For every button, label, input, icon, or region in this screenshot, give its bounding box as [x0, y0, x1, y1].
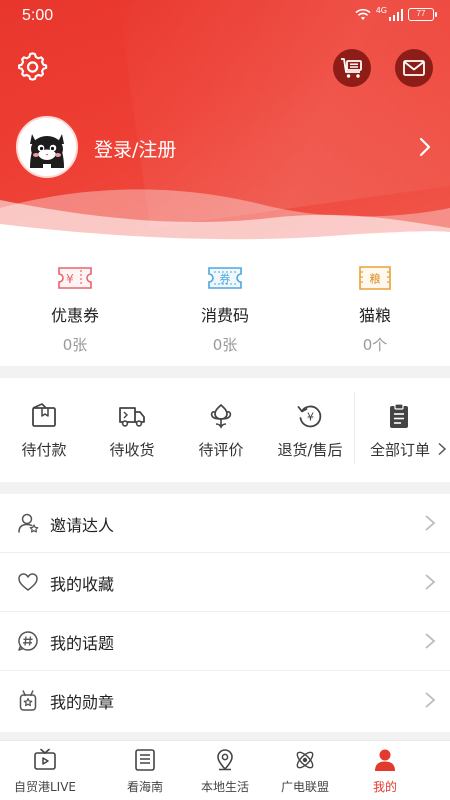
svg-text:¥: ¥: [66, 272, 74, 286]
login-entry[interactable]: 登录/注册: [16, 116, 436, 180]
wallet-item-cat-food[interactable]: 粮 猫粮 0个: [300, 240, 450, 366]
wifi-icon: [355, 8, 371, 20]
mail-button[interactable]: [395, 49, 433, 87]
invite-user-icon: [18, 513, 39, 533]
chevron-right-icon[interactable]: [414, 136, 436, 158]
wallet-value: 0张: [212, 336, 238, 354]
status-bar: 5:00 4G 77: [0, 0, 450, 34]
header-wave: [0, 189, 450, 240]
coupon-icon: ¥: [58, 267, 92, 289]
order-label: 退货/售后: [277, 441, 343, 459]
chevron-right-icon: [425, 692, 436, 708]
tv-icon: [34, 748, 56, 770]
nav-label: 广电联盟: [280, 780, 329, 794]
wallet-item-voucher-code[interactable]: 券 消费码 0张: [150, 240, 300, 366]
order-label: 待收货: [109, 441, 155, 459]
menu-list: 邀请达人 我的收藏 我的话题 我的勋章: [0, 494, 450, 732]
menu-item-topics[interactable]: 我的话题: [0, 612, 450, 671]
nav-label: 我的: [372, 780, 397, 794]
nav-label: 自贸港LIVE: [13, 780, 77, 794]
person-icon: [375, 749, 395, 771]
orders-section: 待付款 待收货 待评价 ¥ 退货/售后 全部订单: [0, 378, 450, 482]
chevron-right-icon: [438, 442, 446, 456]
menu-item-invite[interactable]: 邀请达人: [0, 494, 450, 553]
news-list-icon: [135, 749, 155, 771]
menu-label: 我的话题: [50, 634, 115, 653]
menu-label: 我的勋章: [50, 693, 115, 712]
order-label-all: 全部订单: [355, 439, 450, 460]
battery-level: 77: [416, 9, 426, 18]
settings-button[interactable]: [17, 52, 48, 82]
nav-label: 本地生活: [200, 780, 249, 794]
wallet-item-coupon[interactable]: ¥ 优惠券 0张: [0, 240, 150, 366]
nav-item-broadcast-alliance[interactable]: 广电联盟: [260, 741, 350, 800]
all-orders-label: 全部订单: [370, 441, 431, 459]
svg-text:券: 券: [220, 272, 231, 286]
order-all-orders[interactable]: 全部订单: [355, 378, 450, 482]
chevron-right-icon: [425, 574, 436, 590]
status-time: 5:00: [22, 7, 54, 24]
truck-icon: [119, 407, 145, 427]
wallet-value: 0个: [362, 336, 388, 354]
nav-item-live[interactable]: 自贸港LIVE: [0, 741, 90, 800]
voucher-code-icon: 券: [208, 267, 242, 289]
refund-icon: ¥: [297, 405, 322, 428]
heart-icon: [18, 573, 38, 591]
svg-text:¥: ¥: [307, 411, 314, 424]
battery-indicator: 77: [408, 8, 437, 21]
wallet-value: 0张: [62, 336, 88, 354]
svg-text:粮: 粮: [370, 272, 381, 286]
gear-icon: [17, 52, 48, 81]
order-pending-review[interactable]: 待评价: [176, 378, 266, 482]
hashtag-icon: [18, 631, 38, 651]
menu-label: 我的收藏: [50, 575, 115, 594]
wallet-label: 优惠券: [50, 306, 99, 325]
order-label: 待评价: [198, 441, 244, 459]
clipboard-icon: [390, 403, 408, 428]
atom-icon: [296, 751, 314, 769]
avatar[interactable]: [16, 116, 78, 178]
mail-icon: [403, 60, 425, 76]
chevron-right-icon: [425, 633, 436, 649]
nav-item-local-life[interactable]: 本地生活: [180, 741, 270, 800]
profile-header: 5:00 4G 77 登录/注册: [0, 0, 450, 240]
wallet-label: 猫粮: [358, 306, 391, 325]
nav-item-mine[interactable]: 我的: [340, 741, 430, 800]
login-register-label[interactable]: 登录/注册: [94, 135, 176, 162]
cart-list-icon: [341, 58, 362, 78]
cat-food-icon: 粮: [359, 266, 391, 290]
status-icons: 4G 77: [355, 6, 437, 21]
medal-icon: [19, 690, 37, 711]
order-pending-payment[interactable]: 待付款: [0, 378, 88, 482]
cat-avatar-icon: [18, 118, 76, 176]
order-refund-aftersale[interactable]: ¥ 退货/售后: [266, 378, 354, 482]
wallet-label: 消费码: [200, 306, 249, 325]
flower-icon: [210, 404, 232, 429]
chevron-right-icon: [425, 515, 436, 531]
nav-label: 看海南: [126, 780, 163, 794]
cart-list-button[interactable]: [333, 49, 371, 87]
nav-item-hainan[interactable]: 看海南: [100, 741, 190, 800]
menu-label: 邀请达人: [50, 516, 115, 535]
order-label: 待付款: [21, 441, 67, 459]
location-pin-icon: [217, 749, 233, 771]
menu-item-medals[interactable]: 我的勋章: [0, 671, 450, 730]
menu-item-favorites[interactable]: 我的收藏: [0, 553, 450, 612]
order-pending-receipt[interactable]: 待收货: [88, 378, 176, 482]
signal-icon: [389, 8, 403, 21]
bottom-nav: 自贸港LIVE 看海南 本地生活 广电联盟 我的: [0, 740, 450, 800]
signal-label: 4G: [375, 6, 387, 15]
wallet-section: ¥ 优惠券 0张 券 消费码 0张 粮 猫粮 0个: [0, 240, 450, 366]
wallet-icon: [32, 403, 56, 427]
